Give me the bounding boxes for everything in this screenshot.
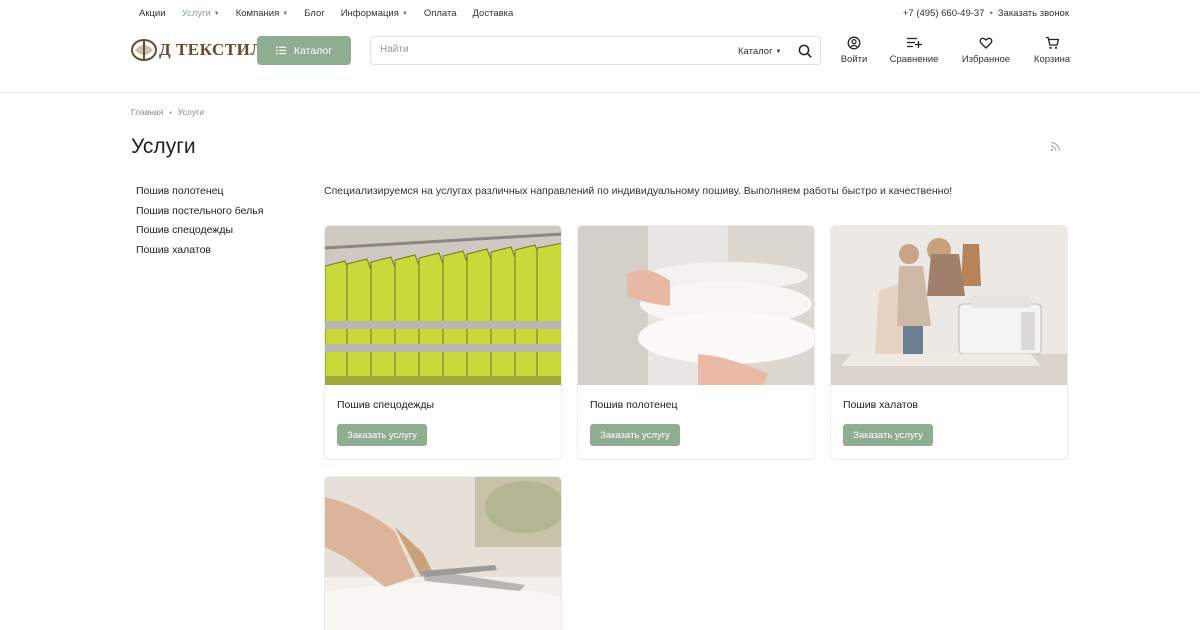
breadcrumb-current: Услуги bbox=[177, 107, 204, 117]
robes-photo-icon bbox=[831, 226, 1067, 385]
rss-icon[interactable] bbox=[1050, 141, 1061, 152]
compare-icon bbox=[907, 37, 922, 48]
chevron-down-icon: ▼ bbox=[282, 11, 289, 17]
chevron-down-icon: ▼ bbox=[213, 11, 220, 17]
compare-button[interactable]: Сравнение bbox=[888, 36, 940, 65]
site-logo[interactable]: Д ТЕКСТИЛЬ bbox=[131, 36, 275, 64]
service-card[interactable]: Пошив полотенец Заказать услугу bbox=[577, 225, 815, 460]
sidebar-menu: Пошив полотенец Пошив постельного белья … bbox=[136, 185, 263, 264]
search-bar: Каталог▼ bbox=[370, 36, 821, 65]
search-scope-select[interactable]: Каталог ▼ bbox=[738, 46, 782, 57]
phone-link[interactable]: +7 (495) 660-49-37 bbox=[903, 8, 985, 19]
login-label: Войти bbox=[840, 54, 868, 65]
service-name[interactable]: Пошив спецодежды bbox=[337, 399, 434, 411]
service-image-robes bbox=[831, 226, 1067, 385]
topnav-item-blog[interactable]: Блог bbox=[304, 8, 325, 19]
favorites-button[interactable]: Избранное bbox=[961, 36, 1011, 65]
sidebar-item-robes[interactable]: Пошив халатов bbox=[136, 244, 263, 264]
login-button[interactable]: Войти bbox=[838, 36, 870, 65]
header-divider bbox=[0, 92, 1200, 93]
top-contacts: +7 (495) 660-49-37 • Заказать звонок bbox=[903, 8, 1069, 19]
top-nav: Акции Услуги ▼ Компания ▼ Блог Информация ▼… bbox=[139, 8, 529, 19]
breadcrumb: Главная • Услуги bbox=[131, 107, 204, 117]
search-icon[interactable] bbox=[797, 43, 813, 59]
order-service-button[interactable]: Заказать услугу bbox=[590, 424, 680, 446]
service-image-towels bbox=[578, 226, 814, 385]
top-bar: Акции Услуги ▼ Компания ▼ Блог Информация ▼… bbox=[0, 0, 1200, 26]
cutting-photo-icon bbox=[325, 477, 561, 630]
search-input[interactable] bbox=[380, 44, 720, 55]
cart-icon bbox=[1045, 36, 1059, 49]
service-card[interactable] bbox=[324, 476, 562, 630]
chevron-down-icon: ▼ bbox=[775, 49, 782, 55]
topnav-item-delivery[interactable]: Доставка bbox=[473, 8, 514, 19]
breadcrumb-home[interactable]: Главная bbox=[131, 107, 163, 117]
intro-text: Специализируемся на услугах различных на… bbox=[324, 185, 953, 197]
service-name[interactable]: Пошив полотенец bbox=[590, 399, 678, 411]
service-card[interactable]: Пошив халатов Заказать услугу bbox=[830, 225, 1068, 460]
page-title: Услуги bbox=[131, 135, 196, 158]
cart-button[interactable]: Корзина bbox=[1032, 36, 1072, 65]
breadcrumb-separator: • bbox=[169, 110, 172, 117]
topnav-item-services[interactable]: Услуги ▼ bbox=[182, 8, 220, 19]
service-image-cutting bbox=[325, 477, 561, 630]
topnav-item-company[interactable]: Компания ▼ bbox=[236, 8, 288, 19]
sidebar-item-bed-linen[interactable]: Пошив постельного белья bbox=[136, 205, 263, 225]
service-image-workwear bbox=[325, 226, 561, 385]
towels-photo-icon bbox=[578, 226, 814, 385]
user-icon bbox=[847, 36, 861, 50]
menu-list-icon bbox=[275, 46, 286, 55]
topnav-item-promotions[interactable]: Акции bbox=[139, 8, 166, 19]
topnav-item-payment[interactable]: Оплата bbox=[424, 8, 457, 19]
callback-link[interactable]: Заказать звонок bbox=[998, 8, 1069, 19]
cart-label: Корзина bbox=[1033, 54, 1071, 65]
service-card[interactable]: Пошив спецодежды Заказать услугу bbox=[324, 225, 562, 460]
compare-label: Сравнение bbox=[889, 54, 939, 65]
catalog-button[interactable]: Каталог bbox=[257, 36, 351, 65]
logo-emblem-icon bbox=[131, 39, 157, 61]
catalog-button-label: Каталог bbox=[293, 44, 333, 57]
chevron-down-icon: ▼ bbox=[401, 11, 408, 17]
header-actions: Войти Сравнение Избранное Корзина bbox=[838, 36, 1073, 68]
topnav-item-information[interactable]: Информация ▼ bbox=[341, 8, 408, 19]
sidebar-item-towels[interactable]: Пошив полотенец bbox=[136, 185, 263, 205]
favorites-label: Избранное bbox=[961, 54, 1011, 65]
separator-dot: • bbox=[989, 8, 993, 19]
service-name[interactable]: Пошив халатов bbox=[843, 399, 918, 411]
heart-icon bbox=[979, 37, 993, 49]
sidebar-item-workwear[interactable]: Пошив спецодежды bbox=[136, 224, 263, 244]
workwear-photo-icon bbox=[325, 226, 561, 385]
order-service-button[interactable]: Заказать услугу bbox=[337, 424, 427, 446]
order-service-button[interactable]: Заказать услугу bbox=[843, 424, 933, 446]
